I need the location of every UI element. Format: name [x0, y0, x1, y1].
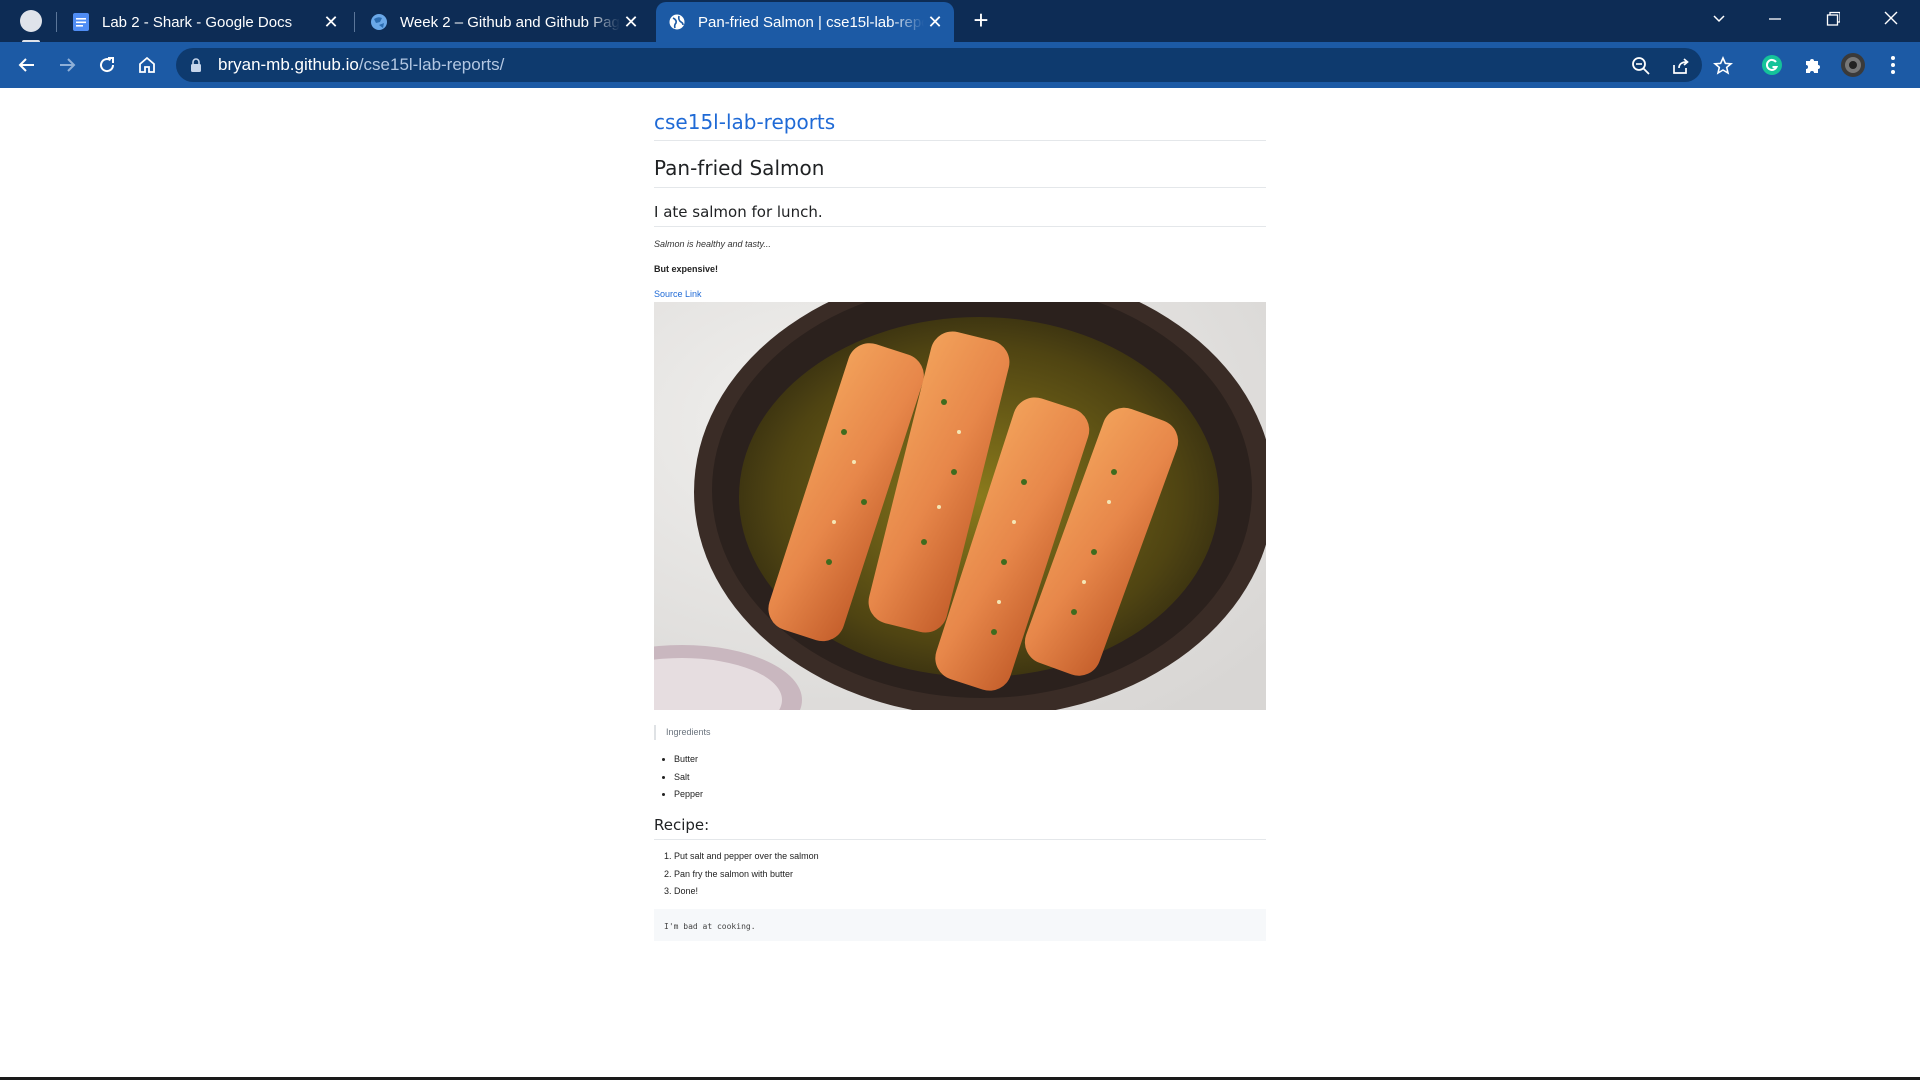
lock-icon[interactable] — [190, 57, 206, 73]
salmon-photo — [654, 302, 1266, 710]
profile-tab-icon[interactable] — [20, 10, 42, 44]
list-item: Put salt and pepper over the salmon — [674, 848, 819, 866]
divider — [654, 140, 1266, 141]
divider — [654, 187, 1266, 188]
tab-google-docs[interactable]: Lab 2 - Shark - Google Docs ✕ — [60, 2, 350, 42]
close-window-icon[interactable] — [1876, 6, 1906, 32]
divider — [654, 226, 1266, 227]
blockquote: Ingredients — [654, 725, 711, 740]
browser-toolbar: bryan-mb.github.io/cse15l-lab-reports/ — [0, 42, 1920, 88]
list-item: Salt — [674, 769, 703, 787]
close-tab-icon[interactable]: ✕ — [320, 11, 342, 33]
subheading: I ate salmon for lunch. — [654, 203, 823, 221]
recipe-steps-list: Put salt and pepper over the salmon Pan … — [674, 848, 819, 901]
site-title-link[interactable]: cse15l-lab-reports — [654, 110, 835, 134]
forward-button[interactable] — [52, 50, 82, 80]
list-item: Pepper — [674, 786, 703, 804]
reload-button[interactable] — [92, 50, 122, 80]
url-text[interactable]: bryan-mb.github.io/cse15l-lab-reports/ — [218, 55, 504, 75]
tab-title: Lab 2 - Shark - Google Docs — [102, 13, 293, 31]
new-tab-button[interactable]: + — [968, 7, 994, 34]
italic-text: Salmon is healthy and tasty... — [654, 239, 771, 249]
url-host: bryan-mb.github.io — [218, 55, 359, 74]
source-link[interactable]: Source Link — [654, 289, 702, 299]
tab-search-icon[interactable] — [1704, 6, 1734, 32]
zoom-icon[interactable] — [1630, 55, 1652, 77]
url-path: /cse15l-lab-reports/ — [358, 55, 505, 74]
grammarly-icon[interactable] — [1759, 52, 1785, 78]
bold-text: But expensive! — [654, 264, 719, 274]
ingredients-list: Butter Salt Pepper — [674, 751, 703, 804]
bookmark-star-icon[interactable] — [1712, 55, 1734, 77]
tab-strip: Lab 2 - Shark - Google Docs ✕ Week 2 – G… — [0, 0, 1920, 44]
divider — [654, 839, 1266, 840]
list-item: Done! — [674, 883, 819, 901]
recipe-heading: Recipe: — [654, 816, 710, 834]
tab-pan-fried-salmon[interactable]: Pan-fried Salmon | cse15l-lab-reports ✕ — [656, 2, 954, 42]
home-button[interactable] — [132, 50, 162, 80]
list-item: Butter — [674, 751, 703, 769]
share-icon[interactable] — [1670, 55, 1692, 77]
menu-kebab-icon[interactable] — [1880, 52, 1906, 78]
tab-title: Pan-fried Salmon | cse15l-lab-reports — [698, 13, 924, 31]
code-block: I'm bad at cooking. — [654, 909, 1266, 941]
restore-icon[interactable] — [1818, 6, 1848, 32]
tab-week2-github[interactable]: Week 2 – Github and Github Pages ✕ — [358, 2, 650, 42]
close-tab-icon[interactable]: ✕ — [924, 11, 946, 33]
tab-divider — [56, 12, 57, 32]
back-button[interactable] — [12, 50, 42, 80]
minimize-icon[interactable] — [1760, 6, 1790, 32]
list-item: Pan fry the salmon with butter — [674, 866, 819, 884]
extensions-icon[interactable] — [1800, 52, 1826, 78]
tab-title: Week 2 – Github and Github Pages — [400, 13, 620, 31]
page-title: Pan-fried Salmon — [654, 156, 825, 180]
close-tab-icon[interactable]: ✕ — [620, 11, 642, 33]
google-docs-icon — [72, 13, 90, 31]
tab-divider — [354, 12, 355, 32]
globe-colored-icon — [370, 13, 388, 31]
avatar[interactable] — [1840, 52, 1866, 78]
globe-icon — [668, 13, 686, 31]
address-bar[interactable]: bryan-mb.github.io/cse15l-lab-reports/ — [176, 48, 1702, 82]
web-page: cse15l-lab-reports Pan-fried Salmon I at… — [0, 88, 1920, 1078]
